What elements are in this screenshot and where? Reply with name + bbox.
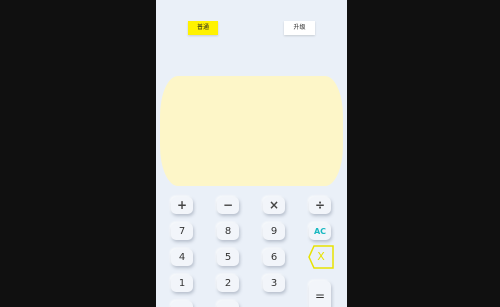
digit-7-button[interactable]: 7 bbox=[171, 223, 193, 240]
key-row5-col2[interactable] bbox=[217, 301, 239, 307]
digit-6-button[interactable]: 6 bbox=[263, 249, 285, 266]
equals-button[interactable]: = bbox=[309, 281, 331, 307]
calculator-screen: 普通 升级 + − × ÷ 7 8 9 AC 4 5 6 X 1 2 3 = bbox=[156, 0, 347, 307]
all-clear-button[interactable]: AC bbox=[309, 223, 331, 240]
digit-9-button[interactable]: 9 bbox=[263, 223, 285, 240]
digit-1-button[interactable]: 1 bbox=[171, 275, 193, 292]
digit-4-button[interactable]: 4 bbox=[171, 249, 193, 266]
digit-5-button[interactable]: 5 bbox=[217, 249, 239, 266]
tab-normal[interactable]: 普通 bbox=[188, 21, 218, 35]
digit-8-button[interactable]: 8 bbox=[217, 223, 239, 240]
plus-button[interactable]: + bbox=[171, 197, 193, 214]
backspace-label: X bbox=[317, 250, 325, 263]
key-row5-col1[interactable] bbox=[171, 301, 193, 307]
minus-button[interactable]: − bbox=[217, 197, 239, 214]
result-display bbox=[160, 76, 343, 186]
tab-upgrade[interactable]: 升级 bbox=[284, 21, 315, 35]
digit-2-button[interactable]: 2 bbox=[217, 275, 239, 292]
multiply-button[interactable]: × bbox=[263, 197, 285, 214]
divide-button[interactable]: ÷ bbox=[309, 197, 331, 214]
backspace-button[interactable]: X bbox=[308, 245, 334, 269]
digit-3-button[interactable]: 3 bbox=[263, 275, 285, 292]
